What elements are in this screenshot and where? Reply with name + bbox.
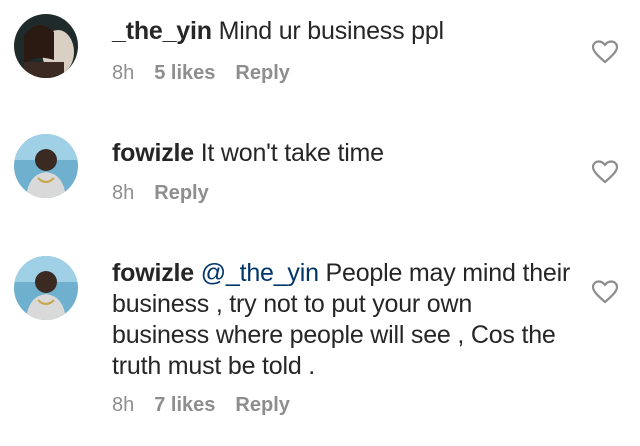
comment-username[interactable]: _the_yin bbox=[112, 17, 212, 45]
comment-username[interactable]: fowizle bbox=[112, 259, 194, 287]
comment-body: fowizle @_the_yin People may mind their … bbox=[112, 258, 572, 382]
comment-likes[interactable]: 7 likes bbox=[154, 394, 215, 417]
heart-outline-icon[interactable] bbox=[592, 40, 618, 64]
reply-button[interactable]: Reply bbox=[235, 62, 289, 85]
comment-time: 8h bbox=[112, 394, 135, 416]
comment-body: _the_yin Mind ur business ppl bbox=[112, 16, 572, 47]
heart-outline-icon[interactable] bbox=[592, 280, 618, 304]
comment-time: 8h bbox=[112, 182, 135, 204]
comment-text: Mind ur business ppl bbox=[218, 17, 444, 45]
comment-likes[interactable]: 5 likes bbox=[154, 62, 215, 85]
comment-meta: 8h 7 likes Reply bbox=[112, 394, 290, 417]
heart-outline-icon[interactable] bbox=[592, 160, 618, 184]
comment-username[interactable]: fowizle bbox=[112, 139, 194, 167]
avatar[interactable] bbox=[14, 256, 78, 320]
reply-button[interactable]: Reply bbox=[235, 394, 289, 417]
comment-meta: 8h Reply bbox=[112, 182, 209, 205]
comment-mention[interactable]: @_the_yin bbox=[201, 259, 319, 287]
comment-time: 8h bbox=[112, 62, 135, 84]
reply-button[interactable]: Reply bbox=[154, 182, 208, 205]
comment-meta: 8h 5 likes Reply bbox=[112, 62, 290, 85]
comment-body: fowizle It won't take time bbox=[112, 138, 572, 169]
avatar[interactable] bbox=[14, 14, 78, 78]
comment-text: It won't take time bbox=[200, 139, 384, 167]
avatar[interactable] bbox=[14, 134, 78, 198]
